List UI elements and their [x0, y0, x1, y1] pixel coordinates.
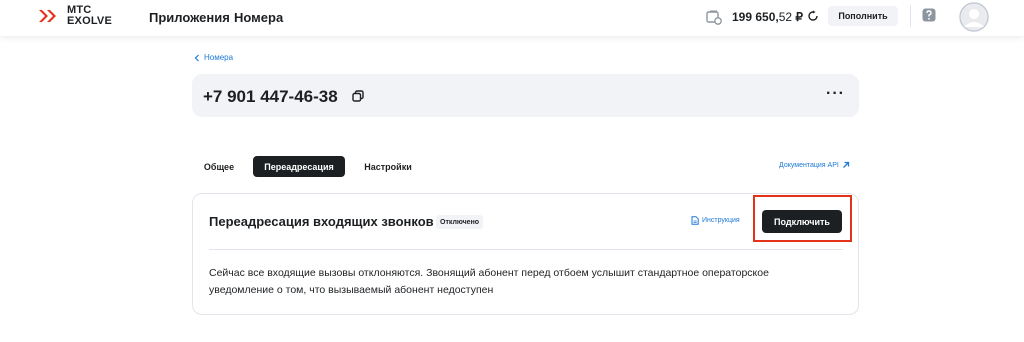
guide-label: Инструкция: [702, 217, 740, 224]
more-options-button[interactable]: ···: [826, 86, 845, 102]
copy-icon[interactable]: [352, 90, 364, 102]
header-divider: [910, 5, 911, 27]
balance-cents: 52: [778, 10, 793, 24]
nav-numbers[interactable]: Номера: [234, 10, 283, 25]
guide-link[interactable]: Инструкция: [691, 216, 740, 225]
api-docs-label: Документация API: [779, 161, 839, 169]
balance-amount: 199 650,52 ₽: [732, 10, 803, 24]
tab-forwarding[interactable]: Переадресация: [253, 156, 345, 177]
nav-applications[interactable]: Приложения: [149, 10, 230, 25]
card-divider: [209, 249, 843, 250]
logo-text-line2: EXOLVE: [67, 15, 113, 27]
api-docs-link[interactable]: Документация API: [779, 161, 850, 169]
phone-number: +7 901 447-46-38: [203, 87, 338, 106]
balance-main: 199 650,: [732, 10, 779, 24]
external-arrow-icon: [842, 161, 849, 168]
forwarding-description: Сейчас все входящие вызовы отклоняются. …: [209, 267, 769, 296]
topup-button[interactable]: Пополнить: [828, 6, 898, 26]
logo-text: МТС EXOLVE: [67, 5, 112, 27]
document-icon: [691, 216, 699, 225]
top-header: МТС EXOLVE Приложения Номера 199 650,52 …: [0, 0, 1024, 36]
avatar[interactable]: [959, 2, 989, 32]
breadcrumb-label: Номера: [204, 53, 234, 62]
balance-currency: ₽: [795, 10, 804, 24]
refresh-icon[interactable]: [807, 10, 819, 22]
tab-general[interactable]: Общее: [193, 156, 245, 177]
tab-settings[interactable]: Настройки: [355, 156, 421, 177]
help-icon[interactable]: [922, 8, 936, 22]
breadcrumb[interactable]: Номера: [194, 53, 233, 62]
number-card: +7 901 447-46-38 ···: [192, 74, 859, 117]
forwarding-title: Переадресация входящих звонков: [209, 214, 434, 229]
status-badge: Отключено: [436, 215, 484, 229]
chevron-left-icon: [194, 54, 199, 61]
connect-button-highlight: [753, 195, 852, 242]
user-silhouette-icon: [959, 2, 989, 32]
mts-logo-icon[interactable]: [38, 8, 58, 24]
wallet-icon: [706, 10, 722, 25]
